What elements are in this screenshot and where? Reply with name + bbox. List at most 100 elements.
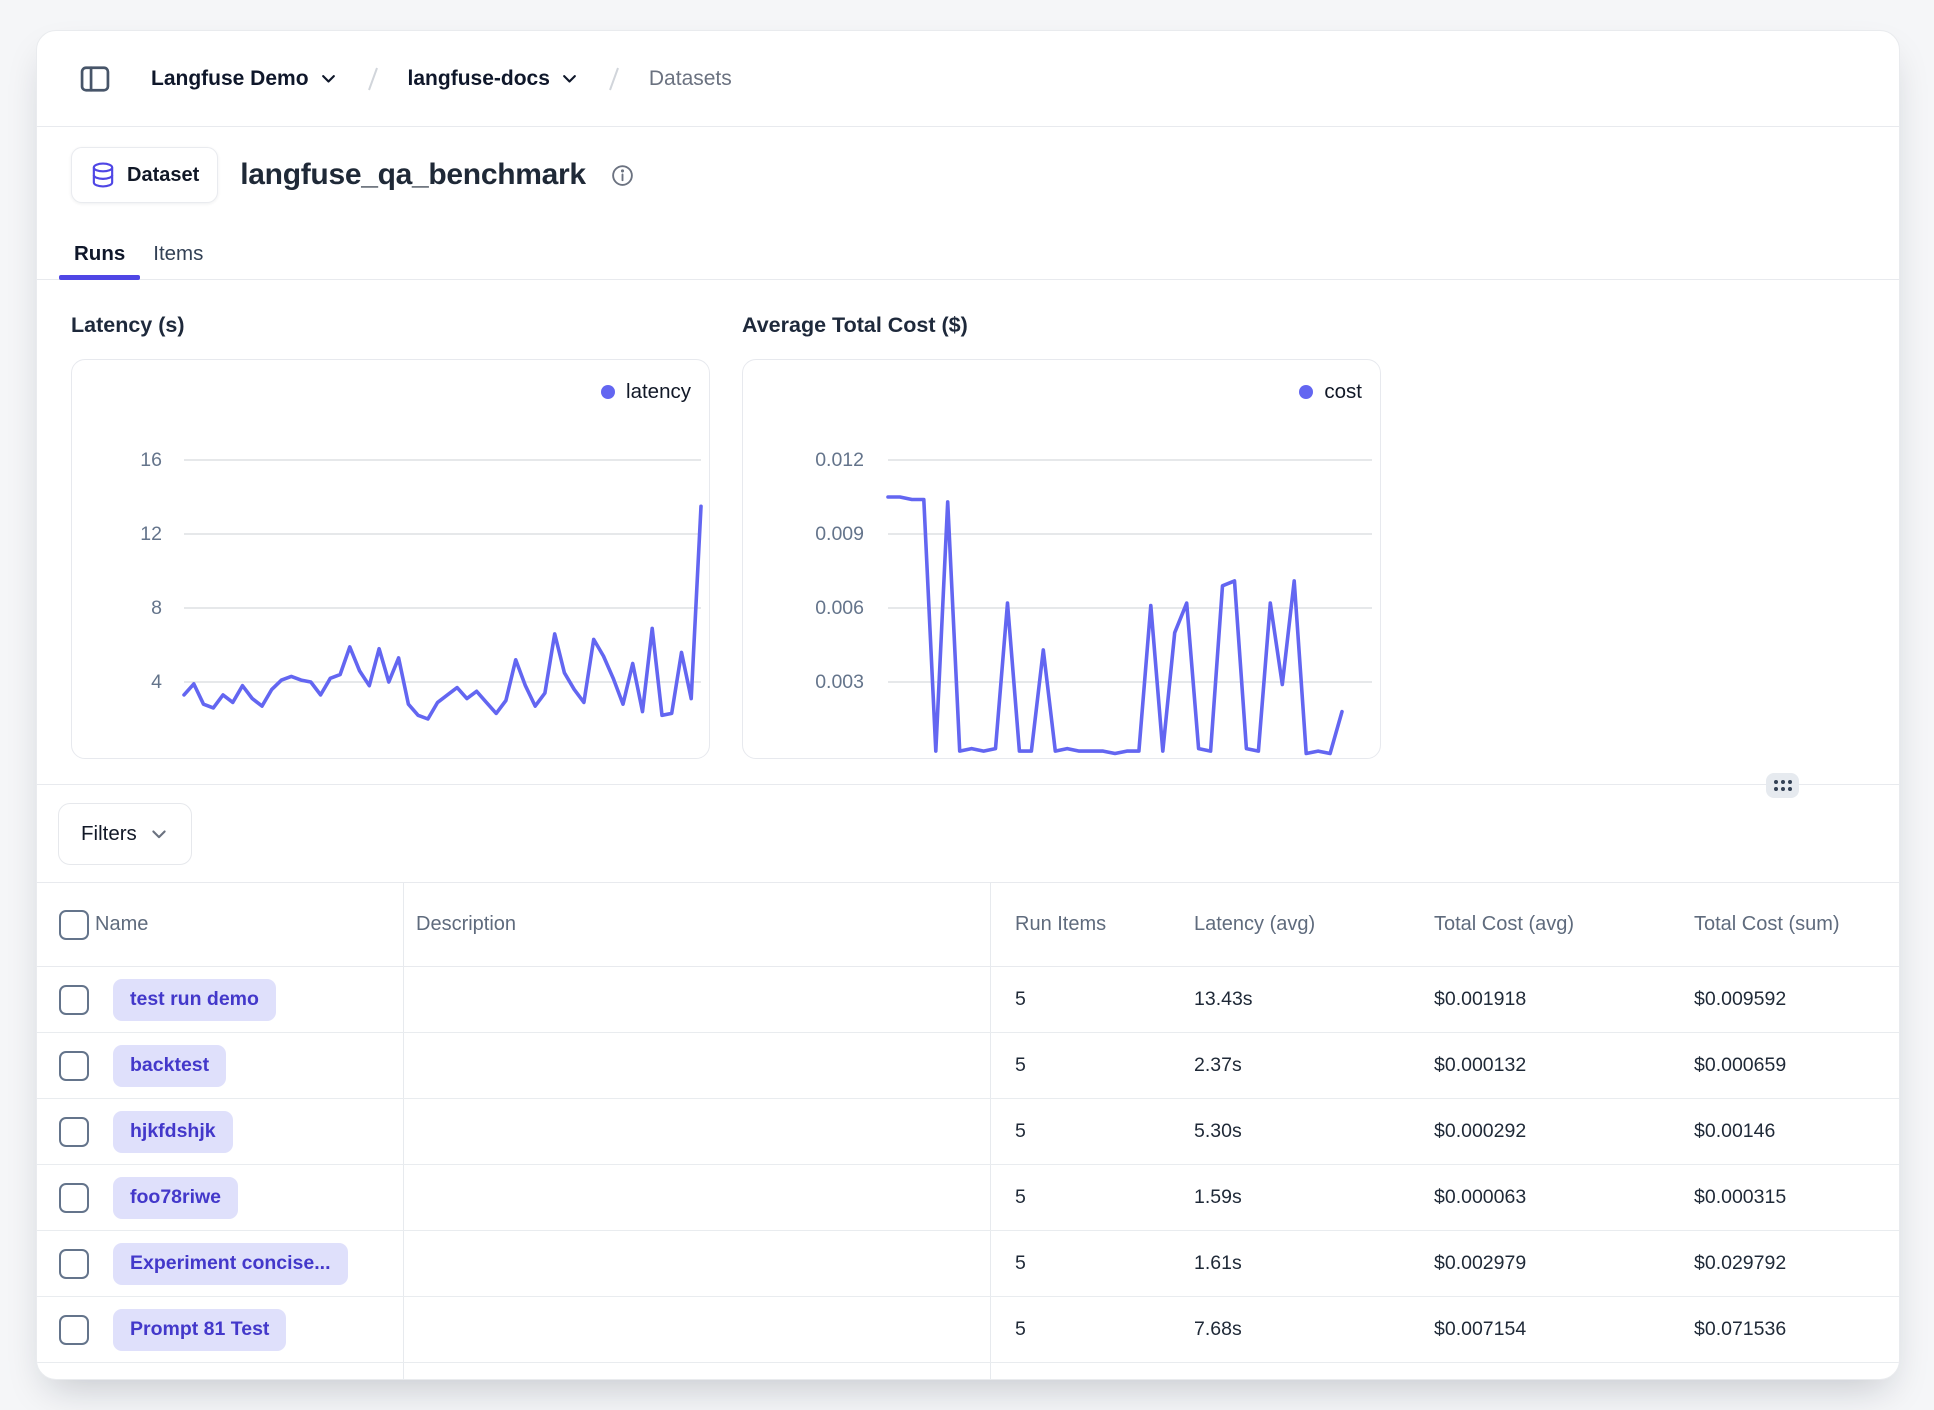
chart-title: Average Total Cost ($) [742,313,1379,338]
run-items-cell: 5 [991,1033,1170,1098]
run-name-pill[interactable]: hjkfdshjk [113,1111,233,1153]
cost-chart-block: Average Total Cost ($) cost 0.0030.0060.… [742,313,1379,759]
total-cost-avg-cell: $0.000292 [1410,1099,1670,1164]
breadcrumb-project-label: Langfuse Demo [151,67,309,91]
chart-title: Latency (s) [71,313,708,338]
table-body: test run demo 5 13.43s $0.001918 $0.0095… [37,967,1899,1363]
run-description-cell [404,967,991,1032]
sidebar-toggle-button[interactable] [77,61,113,97]
breadcrumb: Langfuse Demo langfuse-docs [151,62,732,96]
table-row[interactable]: foo78riwe 5 1.59s $0.000063 $0.000315 [37,1165,1899,1231]
row-checkbox[interactable] [59,1315,89,1345]
table-row[interactable]: Experiment concise... 5 1.61s $0.002979 … [37,1231,1899,1297]
cost-legend: cost [1299,380,1362,404]
total-cost-sum-cell: $0.071536 [1670,1297,1899,1362]
latency-avg-cell: 2.37s [1170,1033,1410,1098]
total-cost-avg-cell: $0.000132 [1410,1033,1670,1098]
run-description-cell [404,1231,991,1296]
breadcrumb-separator [601,62,627,96]
total-cost-sum-cell: $0.00146 [1670,1099,1899,1164]
select-all-checkbox[interactable] [59,910,89,940]
run-description-cell [404,1165,991,1230]
database-icon [90,161,116,189]
runs-table: Name Description Run Items Latency (avg)… [37,882,1899,1380]
total-cost-sum-cell: $0.009592 [1670,967,1899,1032]
page-title: langfuse_qa_benchmark [240,158,586,192]
row-checkbox[interactable] [59,1183,89,1213]
filters-button[interactable]: Filters [58,803,192,865]
run-description-cell [404,1033,991,1098]
row-checkbox[interactable] [59,1249,89,1279]
run-name-pill[interactable]: backtest [113,1045,226,1087]
charts-section: Latency (s) latency 481216 Average Total… [37,280,1899,759]
column-header-run-items[interactable]: Run Items [991,883,1170,966]
latency-chart: latency 481216 [71,359,710,759]
latency-avg-cell: 13.43s [1170,967,1410,1032]
breadcrumb-separator [360,62,386,96]
table-row[interactable]: hjkfdshjk 5 5.30s $0.000292 $0.00146 [37,1099,1899,1165]
y-axis-tick-label: 12 [72,520,162,548]
column-header-latency-avg[interactable]: Latency (avg) [1170,883,1410,966]
breadcrumb-project-dropdown[interactable]: Langfuse Demo [151,67,338,91]
column-header-description[interactable]: Description [404,883,991,966]
section-divider [37,784,1899,785]
total-cost-avg-cell: $0.007154 [1410,1297,1670,1362]
main-card: Langfuse Demo langfuse-docs [36,30,1900,1380]
total-cost-sum-cell: $0.000315 [1670,1165,1899,1230]
tab-bar: Runs Items [37,203,1899,280]
run-name-pill[interactable]: test run demo [113,979,276,1021]
info-icon[interactable] [610,163,635,188]
run-items-cell: 5 [991,1231,1170,1296]
column-header-name[interactable]: Name [95,883,404,966]
dataset-type-badge: Dataset [71,147,218,203]
latency-avg-cell: 7.68s [1170,1297,1410,1362]
run-items-cell: 5 [991,1099,1170,1164]
column-header-total-cost-sum[interactable]: Total Cost (sum) [1670,883,1899,966]
y-axis-tick-label: 16 [72,446,162,474]
run-items-cell: 5 [991,1165,1170,1230]
run-description-cell [404,1099,991,1164]
top-bar: Langfuse Demo langfuse-docs [37,31,1899,127]
cost-chart: cost 0.0030.0060.0090.012 [742,359,1381,759]
total-cost-avg-cell: $0.002979 [1410,1231,1670,1296]
latency-avg-cell: 5.30s [1170,1099,1410,1164]
app-background: Langfuse Demo langfuse-docs [0,0,1934,1410]
breadcrumb-page-datasets[interactable]: Datasets [649,67,732,91]
row-checkbox[interactable] [59,1117,89,1147]
cost-line-plot [743,360,1380,758]
chevron-down-icon [560,69,579,88]
total-cost-sum-cell: $0.029792 [1670,1231,1899,1296]
table-row[interactable]: backtest 5 2.37s $0.000132 $0.000659 [37,1033,1899,1099]
run-description-cell [404,1297,991,1362]
legend-dot-icon [1299,385,1313,399]
run-name-pill[interactable]: Experiment concise... [113,1243,348,1285]
table-row[interactable]: test run demo 5 13.43s $0.001918 $0.0095… [37,967,1899,1033]
table-header-row: Name Description Run Items Latency (avg)… [37,882,1899,967]
breadcrumb-org-label: langfuse-docs [408,67,550,91]
y-axis-tick-label: 4 [72,668,162,696]
y-axis-tick-label: 0.006 [743,594,864,622]
total-cost-avg-cell: $0.000063 [1410,1165,1670,1230]
row-checkbox[interactable] [59,985,89,1015]
latency-avg-cell: 1.59s [1170,1165,1410,1230]
resize-drag-handle[interactable] [1766,773,1799,798]
run-items-cell: 5 [991,1297,1170,1362]
tab-runs[interactable]: Runs [74,242,125,279]
legend-dot-icon [601,385,615,399]
run-name-pill[interactable]: Prompt 81 Test [113,1309,286,1351]
chevron-down-icon [319,69,338,88]
dataset-badge-label: Dataset [127,164,199,187]
latency-line-plot [72,360,709,758]
latency-avg-cell: 1.61s [1170,1231,1410,1296]
row-checkbox[interactable] [59,1051,89,1081]
column-header-total-cost-avg[interactable]: Total Cost (avg) [1410,883,1670,966]
breadcrumb-org-dropdown[interactable]: langfuse-docs [408,67,579,91]
latency-legend: latency [601,380,691,404]
latency-chart-block: Latency (s) latency 481216 [71,313,708,759]
run-name-pill[interactable]: foo78riwe [113,1177,238,1219]
tab-items[interactable]: Items [153,242,203,279]
breadcrumb-page-label: Datasets [649,67,732,91]
table-row[interactable]: Prompt 81 Test 5 7.68s $0.007154 $0.0715… [37,1297,1899,1363]
total-cost-sum-cell: $0.000659 [1670,1033,1899,1098]
table-row-partial[interactable] [37,1363,1899,1380]
